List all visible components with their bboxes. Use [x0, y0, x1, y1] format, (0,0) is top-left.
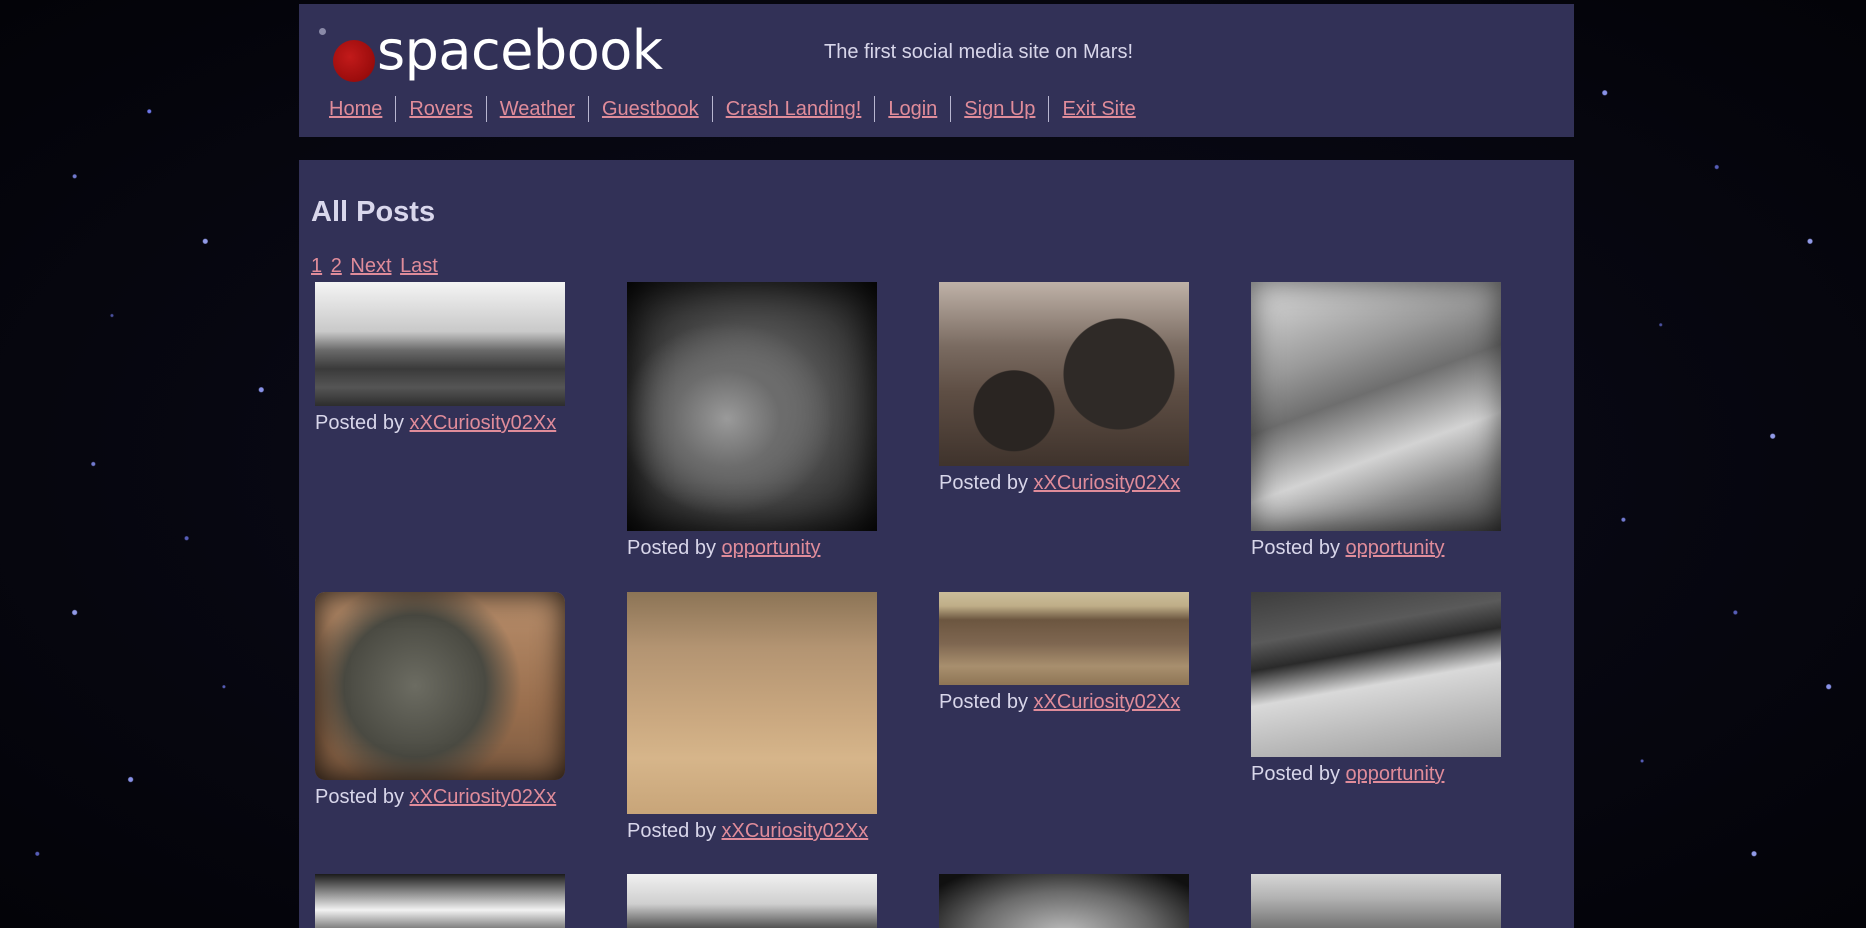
- posted-by-label: Posted by: [627, 537, 716, 559]
- pagination: 1 2 Next Last: [311, 255, 441, 278]
- post-image[interactable]: [627, 874, 877, 928]
- posted-by-label: Posted by: [627, 820, 716, 842]
- post-meta: Posted by opportunity: [1251, 537, 1501, 560]
- post-image[interactable]: [627, 282, 877, 531]
- post-card: Posted by opportunity: [627, 282, 877, 560]
- post-image[interactable]: [1251, 282, 1501, 531]
- planet-icon: [333, 40, 375, 82]
- post-meta: Posted by xXCuriosity02Xx: [939, 691, 1189, 714]
- post-card: Posted by xXCuriosity02Xx: [315, 592, 565, 809]
- post-meta: Posted by xXCuriosity02Xx: [627, 820, 877, 843]
- moon-icon: [319, 28, 326, 35]
- nav-login[interactable]: Login: [874, 96, 950, 122]
- site-header: spacebook The first social media site on…: [299, 4, 1574, 137]
- posted-by-label: Posted by: [939, 472, 1028, 494]
- post-card: Posted by xXCuriosity02Xx: [939, 592, 1189, 714]
- nav-rovers[interactable]: Rovers: [395, 96, 485, 122]
- posts-panel: All Posts 1 2 Next Last Posted by xXCuri…: [299, 160, 1574, 928]
- author-link[interactable]: opportunity: [1346, 537, 1445, 559]
- posted-by-label: Posted by: [1251, 537, 1340, 559]
- site-tagline: The first social media site on Mars!: [824, 41, 1133, 63]
- nav-home[interactable]: Home: [329, 96, 395, 122]
- post-card: Posted by xXCuriosity02Xx: [315, 282, 565, 435]
- posted-by-label: Posted by: [939, 691, 1028, 713]
- post-image[interactable]: [1251, 874, 1501, 928]
- posted-by-label: Posted by: [315, 786, 404, 808]
- author-link[interactable]: xXCuriosity02Xx: [410, 412, 557, 434]
- author-link[interactable]: xXCuriosity02Xx: [722, 820, 869, 842]
- post-meta: Posted by xXCuriosity02Xx: [315, 786, 565, 809]
- author-link[interactable]: opportunity: [1346, 763, 1445, 785]
- site-logo[interactable]: spacebook: [317, 20, 663, 84]
- post-card: [939, 874, 1189, 928]
- page-title: All Posts: [311, 196, 436, 228]
- posted-by-label: Posted by: [1251, 763, 1340, 785]
- author-link[interactable]: xXCuriosity02Xx: [1034, 691, 1181, 713]
- post-card: [627, 874, 877, 928]
- post-image[interactable]: [1251, 592, 1501, 757]
- post-image[interactable]: [315, 874, 565, 928]
- post-meta: Posted by opportunity: [627, 537, 877, 560]
- nav-crash-landing[interactable]: Crash Landing!: [711, 96, 875, 122]
- post-card: Posted by opportunity: [1251, 282, 1501, 560]
- post-card: [1251, 874, 1501, 928]
- author-link[interactable]: xXCuriosity02Xx: [410, 786, 557, 808]
- post-meta: Posted by xXCuriosity02Xx: [939, 472, 1189, 495]
- nav-exit-site[interactable]: Exit Site: [1048, 96, 1148, 122]
- post-meta: Posted by xXCuriosity02Xx: [315, 412, 565, 435]
- post-meta: Posted by opportunity: [1251, 763, 1501, 786]
- post-card: Posted by opportunity: [1251, 592, 1501, 786]
- post-card: [315, 874, 565, 928]
- post-image[interactable]: [939, 592, 1189, 685]
- post-image[interactable]: [939, 874, 1189, 928]
- post-card: Posted by xXCuriosity02Xx: [627, 592, 877, 843]
- page-2-link[interactable]: 2: [331, 255, 342, 277]
- post-image[interactable]: [315, 592, 565, 780]
- post-image[interactable]: [315, 282, 565, 406]
- author-link[interactable]: opportunity: [722, 537, 821, 559]
- nav-weather[interactable]: Weather: [485, 96, 588, 122]
- logo-text: spacebook: [377, 19, 663, 82]
- next-page-link[interactable]: Next: [350, 255, 391, 277]
- nav-guestbook[interactable]: Guestbook: [587, 96, 712, 122]
- page-1-link[interactable]: 1: [311, 255, 322, 277]
- post-image[interactable]: [627, 592, 877, 814]
- post-card: Posted by xXCuriosity02Xx: [939, 282, 1189, 495]
- post-image[interactable]: [939, 282, 1189, 466]
- main-nav: Home Rovers Weather Guestbook Crash Land…: [329, 96, 1149, 122]
- author-link[interactable]: xXCuriosity02Xx: [1034, 472, 1181, 494]
- nav-sign-up[interactable]: Sign Up: [950, 96, 1048, 122]
- last-page-link[interactable]: Last: [400, 255, 438, 277]
- posted-by-label: Posted by: [315, 412, 404, 434]
